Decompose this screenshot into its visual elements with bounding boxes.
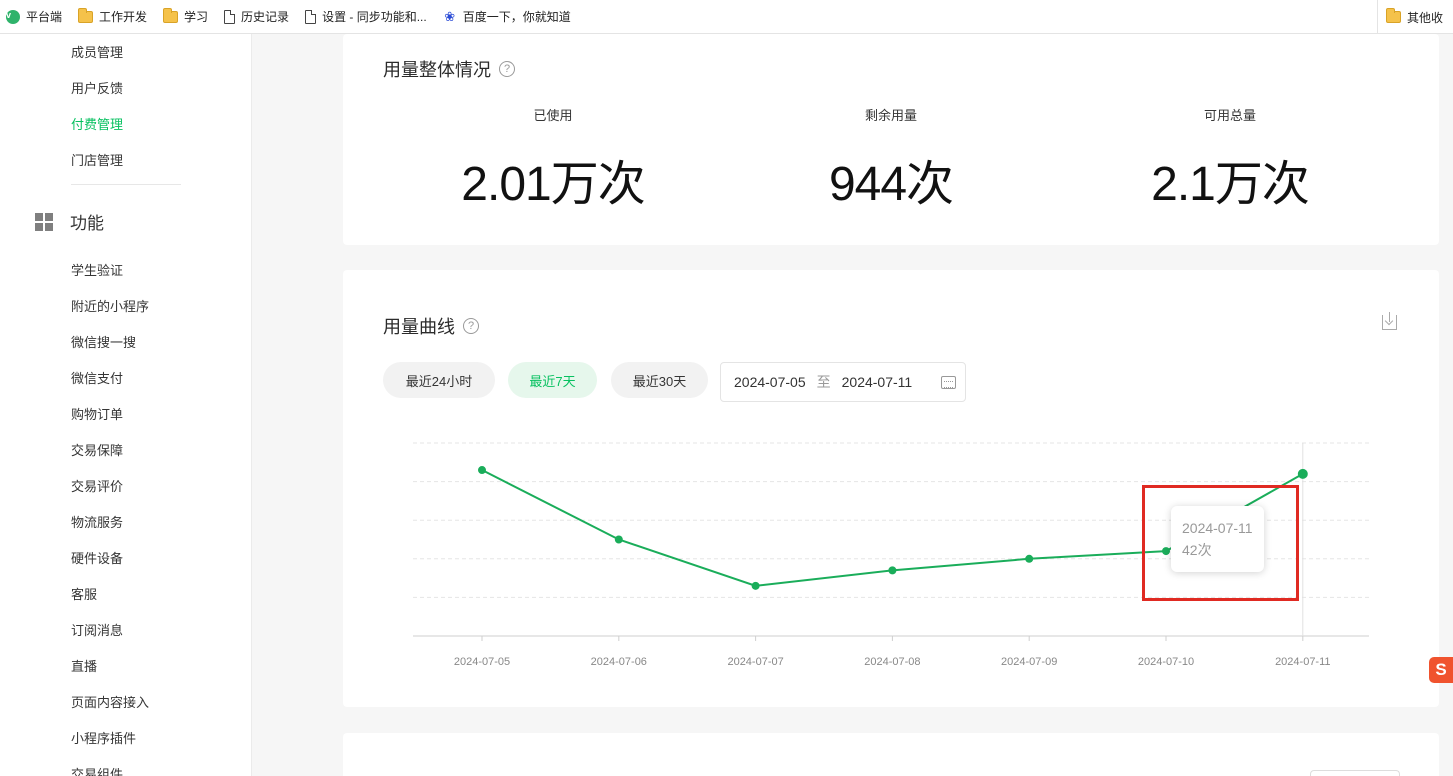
chart-x-tick-label: 2024-07-05 [454, 656, 510, 668]
bookmark-label: 历史记录 [241, 10, 290, 24]
baidu-icon: ❀ [444, 8, 456, 24]
chart-data-point [614, 535, 623, 544]
stat-used-value: 2.01万次 [461, 158, 645, 211]
bookmark-other[interactable]: 其他收 [1376, 0, 1453, 34]
page-icon [224, 9, 236, 24]
date-separator: 至 [816, 374, 831, 390]
sidebar-item-members[interactable]: 成员管理 [71, 45, 123, 61]
calendar-icon[interactable] [941, 376, 956, 389]
bookmark-work-dev[interactable]: 工作开发 [72, 0, 157, 34]
range-7d-button[interactable]: 最近7天 [508, 362, 597, 398]
bookmark-label: 平台端 [26, 10, 63, 24]
sidebar-section-functions: 功能 [35, 209, 104, 234]
stat-total-label: 可用总量 [1203, 108, 1256, 123]
folder-icon [163, 7, 179, 23]
bottom-card [343, 733, 1439, 776]
sidebar-item-func[interactable]: 交易保障 [71, 443, 123, 459]
page-icon [305, 9, 317, 24]
help-icon[interactable]: ? [499, 61, 515, 77]
grid-icon [35, 212, 53, 231]
date-range-picker[interactable]: 2024-07-05 至 2024-07-11 [720, 362, 966, 402]
chart-x-tick-label: 2024-07-06 [591, 656, 647, 668]
sidebar-section-title: 功能 [70, 214, 104, 233]
help-icon[interactable]: ? [463, 318, 479, 334]
sidebar-item-func[interactable]: 购物订单 [71, 407, 123, 423]
chart-x-tick-label: 2024-07-10 [1138, 656, 1194, 668]
stat-remaining-value: 944次 [828, 158, 954, 211]
curve-title: 用量曲线 ? [383, 313, 479, 339]
date-from[interactable]: 2024-07-05 [734, 374, 806, 390]
stat-total-value: 2.1万次 [1151, 158, 1310, 211]
overview-title: 用量整体情况 ? [383, 56, 515, 82]
v-logo-icon: v [6, 9, 20, 24]
bookmark-baidu[interactable]: ❀ 百度一下，你就知道 [437, 0, 581, 34]
chart-data-point [1297, 468, 1308, 479]
bookmark-label: 其他收 [1406, 10, 1443, 25]
sidebar-item-func[interactable]: 硬件设备 [71, 551, 123, 567]
sidebar-item-func[interactable]: 物流服务 [71, 515, 123, 531]
bookmarks-bar: v 平台端 工作开发 学习 历史记录 设置 - 同步功能和... ❀ 百度一下，… [0, 0, 1453, 34]
usage-curve-card: 用量曲线 ? 最近24小时 最近7天 最近30天 2024-07-05 至 20… [343, 270, 1439, 707]
bookmark-settings[interactable]: 设置 - 同步功能和... [299, 0, 437, 34]
range-30d-button[interactable]: 最近30天 [611, 362, 708, 398]
sidebar-item-func[interactable]: 交易评价 [71, 479, 123, 495]
download-icon[interactable] [1382, 312, 1397, 330]
bookmark-label: 设置 - 同步功能和... [322, 10, 427, 24]
usage-overview-card: 用量整体情况 ? 已使用 2.01万次 剩余用量 944次 可用总量 2.1万次 [343, 34, 1439, 245]
sidebar-item-func[interactable]: 订阅消息 [71, 623, 123, 639]
chart-x-tick-label: 2024-07-11 [1275, 656, 1330, 668]
bottom-card-button[interactable] [1310, 770, 1400, 776]
sidebar-item-feedback[interactable]: 用户反馈 [71, 81, 123, 97]
sidebar-item-func[interactable]: 学生验证 [71, 263, 123, 279]
sidebar-item-func[interactable]: 小程序插件 [71, 731, 136, 747]
sidebar-item-func[interactable]: 直播 [71, 659, 97, 675]
chart-x-tick-label: 2024-07-07 [727, 656, 783, 668]
sidebar-item-func[interactable]: 客服 [71, 587, 97, 603]
chart-x-tick-label: 2024-07-09 [1001, 656, 1057, 668]
bookmark-history[interactable]: 历史记录 [218, 0, 299, 34]
chart-data-point [888, 566, 897, 575]
sidebar-item-payment[interactable]: 付费管理 [71, 117, 123, 133]
sidebar-item-func[interactable]: 微信搜一搜 [71, 335, 136, 351]
bookmark-platform[interactable]: v 平台端 [0, 0, 72, 34]
stat-used-label: 已使用 [533, 108, 573, 123]
sidebar-item-func[interactable]: 附近的小程序 [71, 299, 149, 315]
sidebar-item-func[interactable]: 微信支付 [71, 371, 123, 387]
chart-data-point [751, 581, 760, 590]
bookmark-label: 学习 [184, 10, 209, 24]
curve-title-text: 用量曲线 [383, 317, 455, 337]
folder-icon [78, 7, 94, 23]
bookmark-study[interactable]: 学习 [157, 0, 218, 34]
stat-remaining-label: 剩余用量 [864, 108, 917, 123]
chart-data-point [1025, 554, 1034, 563]
sidebar-item-func[interactable]: 交易组件 [71, 767, 123, 776]
range-24h-button[interactable]: 最近24小时 [383, 362, 495, 398]
annotation-highlight-box [1142, 485, 1299, 601]
bookmark-label: 百度一下，你就知道 [462, 10, 571, 24]
overview-title-text: 用量整体情况 [383, 60, 491, 80]
bookmark-label: 工作开发 [99, 10, 148, 24]
folder-icon [1385, 8, 1401, 23]
chart-data-point [478, 466, 486, 475]
date-to[interactable]: 2024-07-11 [842, 374, 913, 390]
sidebar-item-stores[interactable]: 门店管理 [71, 153, 123, 169]
chart-x-tick-label: 2024-07-08 [864, 656, 920, 668]
sidebar: 成员管理 用户反馈 付费管理 门店管理 功能 学生验证附近的小程序 微信搜一搜微信… [0, 34, 252, 776]
sidebar-divider [71, 184, 181, 185]
sidebar-item-func[interactable]: 页面内容接入 [71, 695, 149, 711]
sogou-ime-icon[interactable]: S [1429, 657, 1453, 683]
